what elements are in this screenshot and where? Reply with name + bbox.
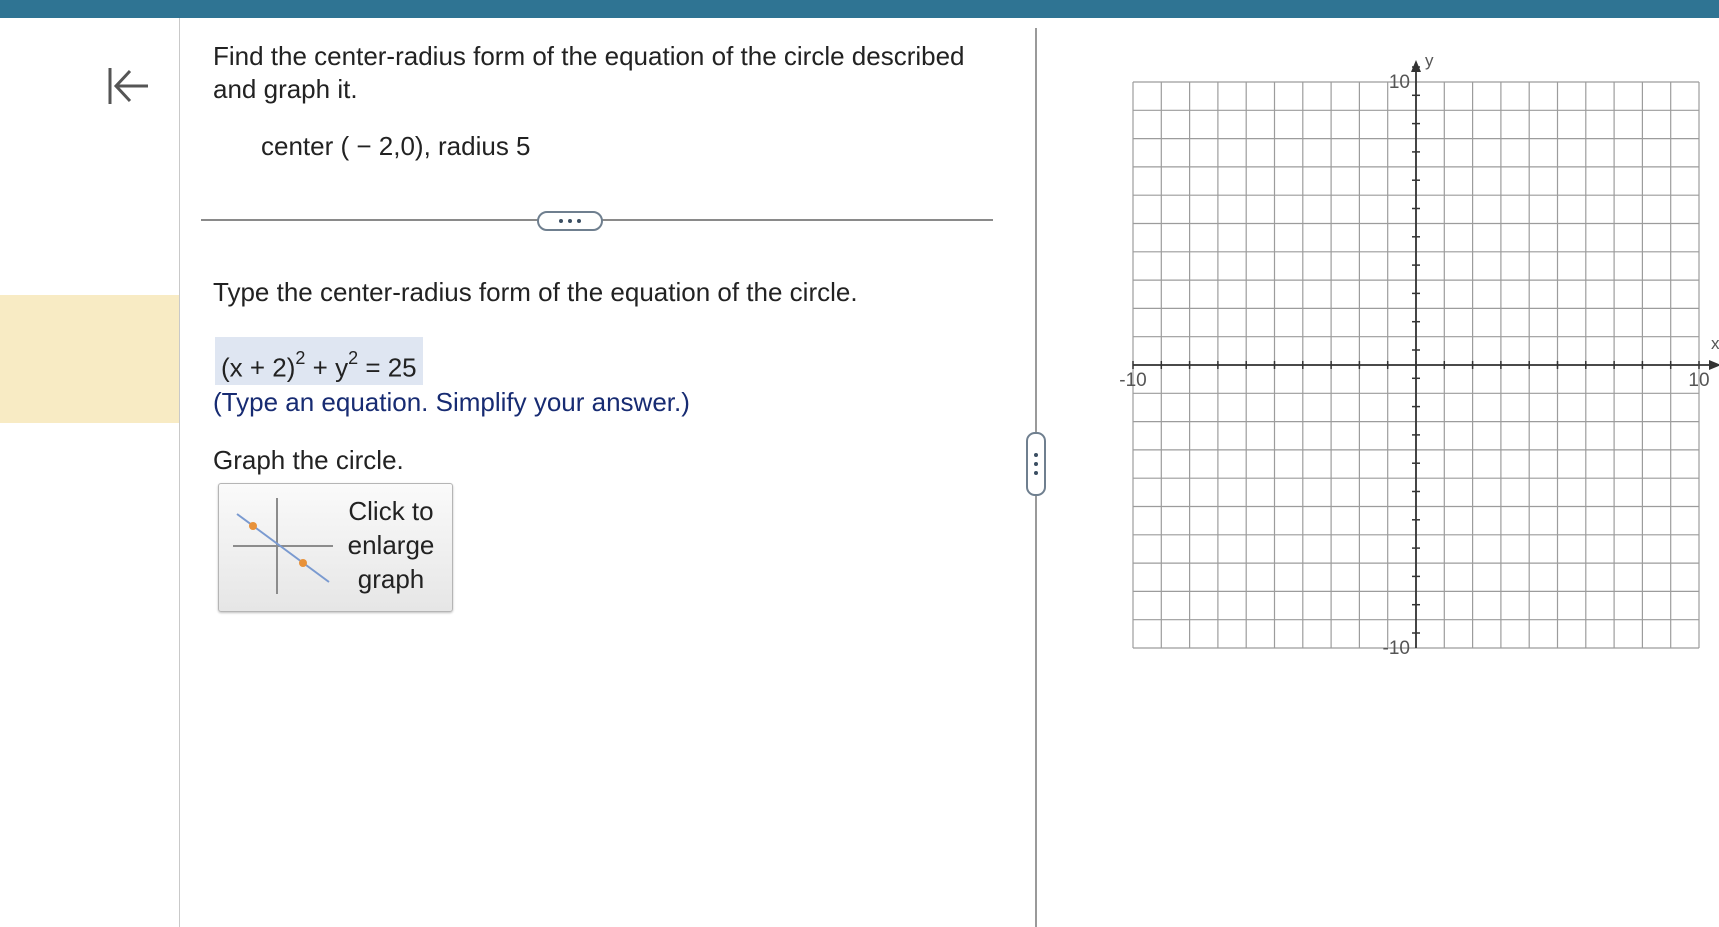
- equation-answer-field[interactable]: (x + 2)2 + y2 = 25: [215, 337, 423, 385]
- equation-prompt: Type the center-radius form of the equat…: [213, 277, 858, 307]
- x-max-label: 10: [1688, 370, 1709, 391]
- arrow-left-to-bar-icon[interactable]: [100, 60, 152, 112]
- left-rail: [0, 18, 180, 927]
- y-min-label: -10: [1383, 638, 1410, 659]
- top-bar: [0, 0, 1719, 18]
- current-part-highlight: [0, 295, 179, 423]
- graph-thumbnail-icon: [233, 498, 333, 594]
- x-axis-arrow-icon: [1709, 360, 1719, 370]
- question-instruction: Find the center-radius form of the equat…: [213, 41, 965, 104]
- ellipsis-icon: [559, 219, 563, 223]
- x-axis-label: x: [1711, 334, 1719, 353]
- more-button[interactable]: [537, 211, 603, 231]
- coordinate-graph[interactable]: -10 10 10 -10 x y: [1110, 44, 1719, 664]
- enlarge-graph-button[interactable]: Click to enlarge graph: [218, 483, 453, 612]
- answer-hint: (Type an equation. Simplify your answer.…: [213, 387, 690, 417]
- y-max-label: 10: [1389, 72, 1410, 93]
- vertical-ellipsis-icon: [1034, 453, 1038, 457]
- axes: [1133, 60, 1719, 648]
- given-center-radius: center ( − 2,0), radius 5: [261, 131, 531, 161]
- y-axis-arrow-icon: [1411, 60, 1421, 72]
- enlarge-button-label: Click to enlarge graph: [347, 496, 435, 594]
- x-min-label: -10: [1119, 370, 1146, 391]
- panel-splitter-handle[interactable]: [1026, 432, 1046, 496]
- graph-prompt: Graph the circle.: [213, 445, 404, 475]
- y-axis-label: y: [1425, 51, 1434, 70]
